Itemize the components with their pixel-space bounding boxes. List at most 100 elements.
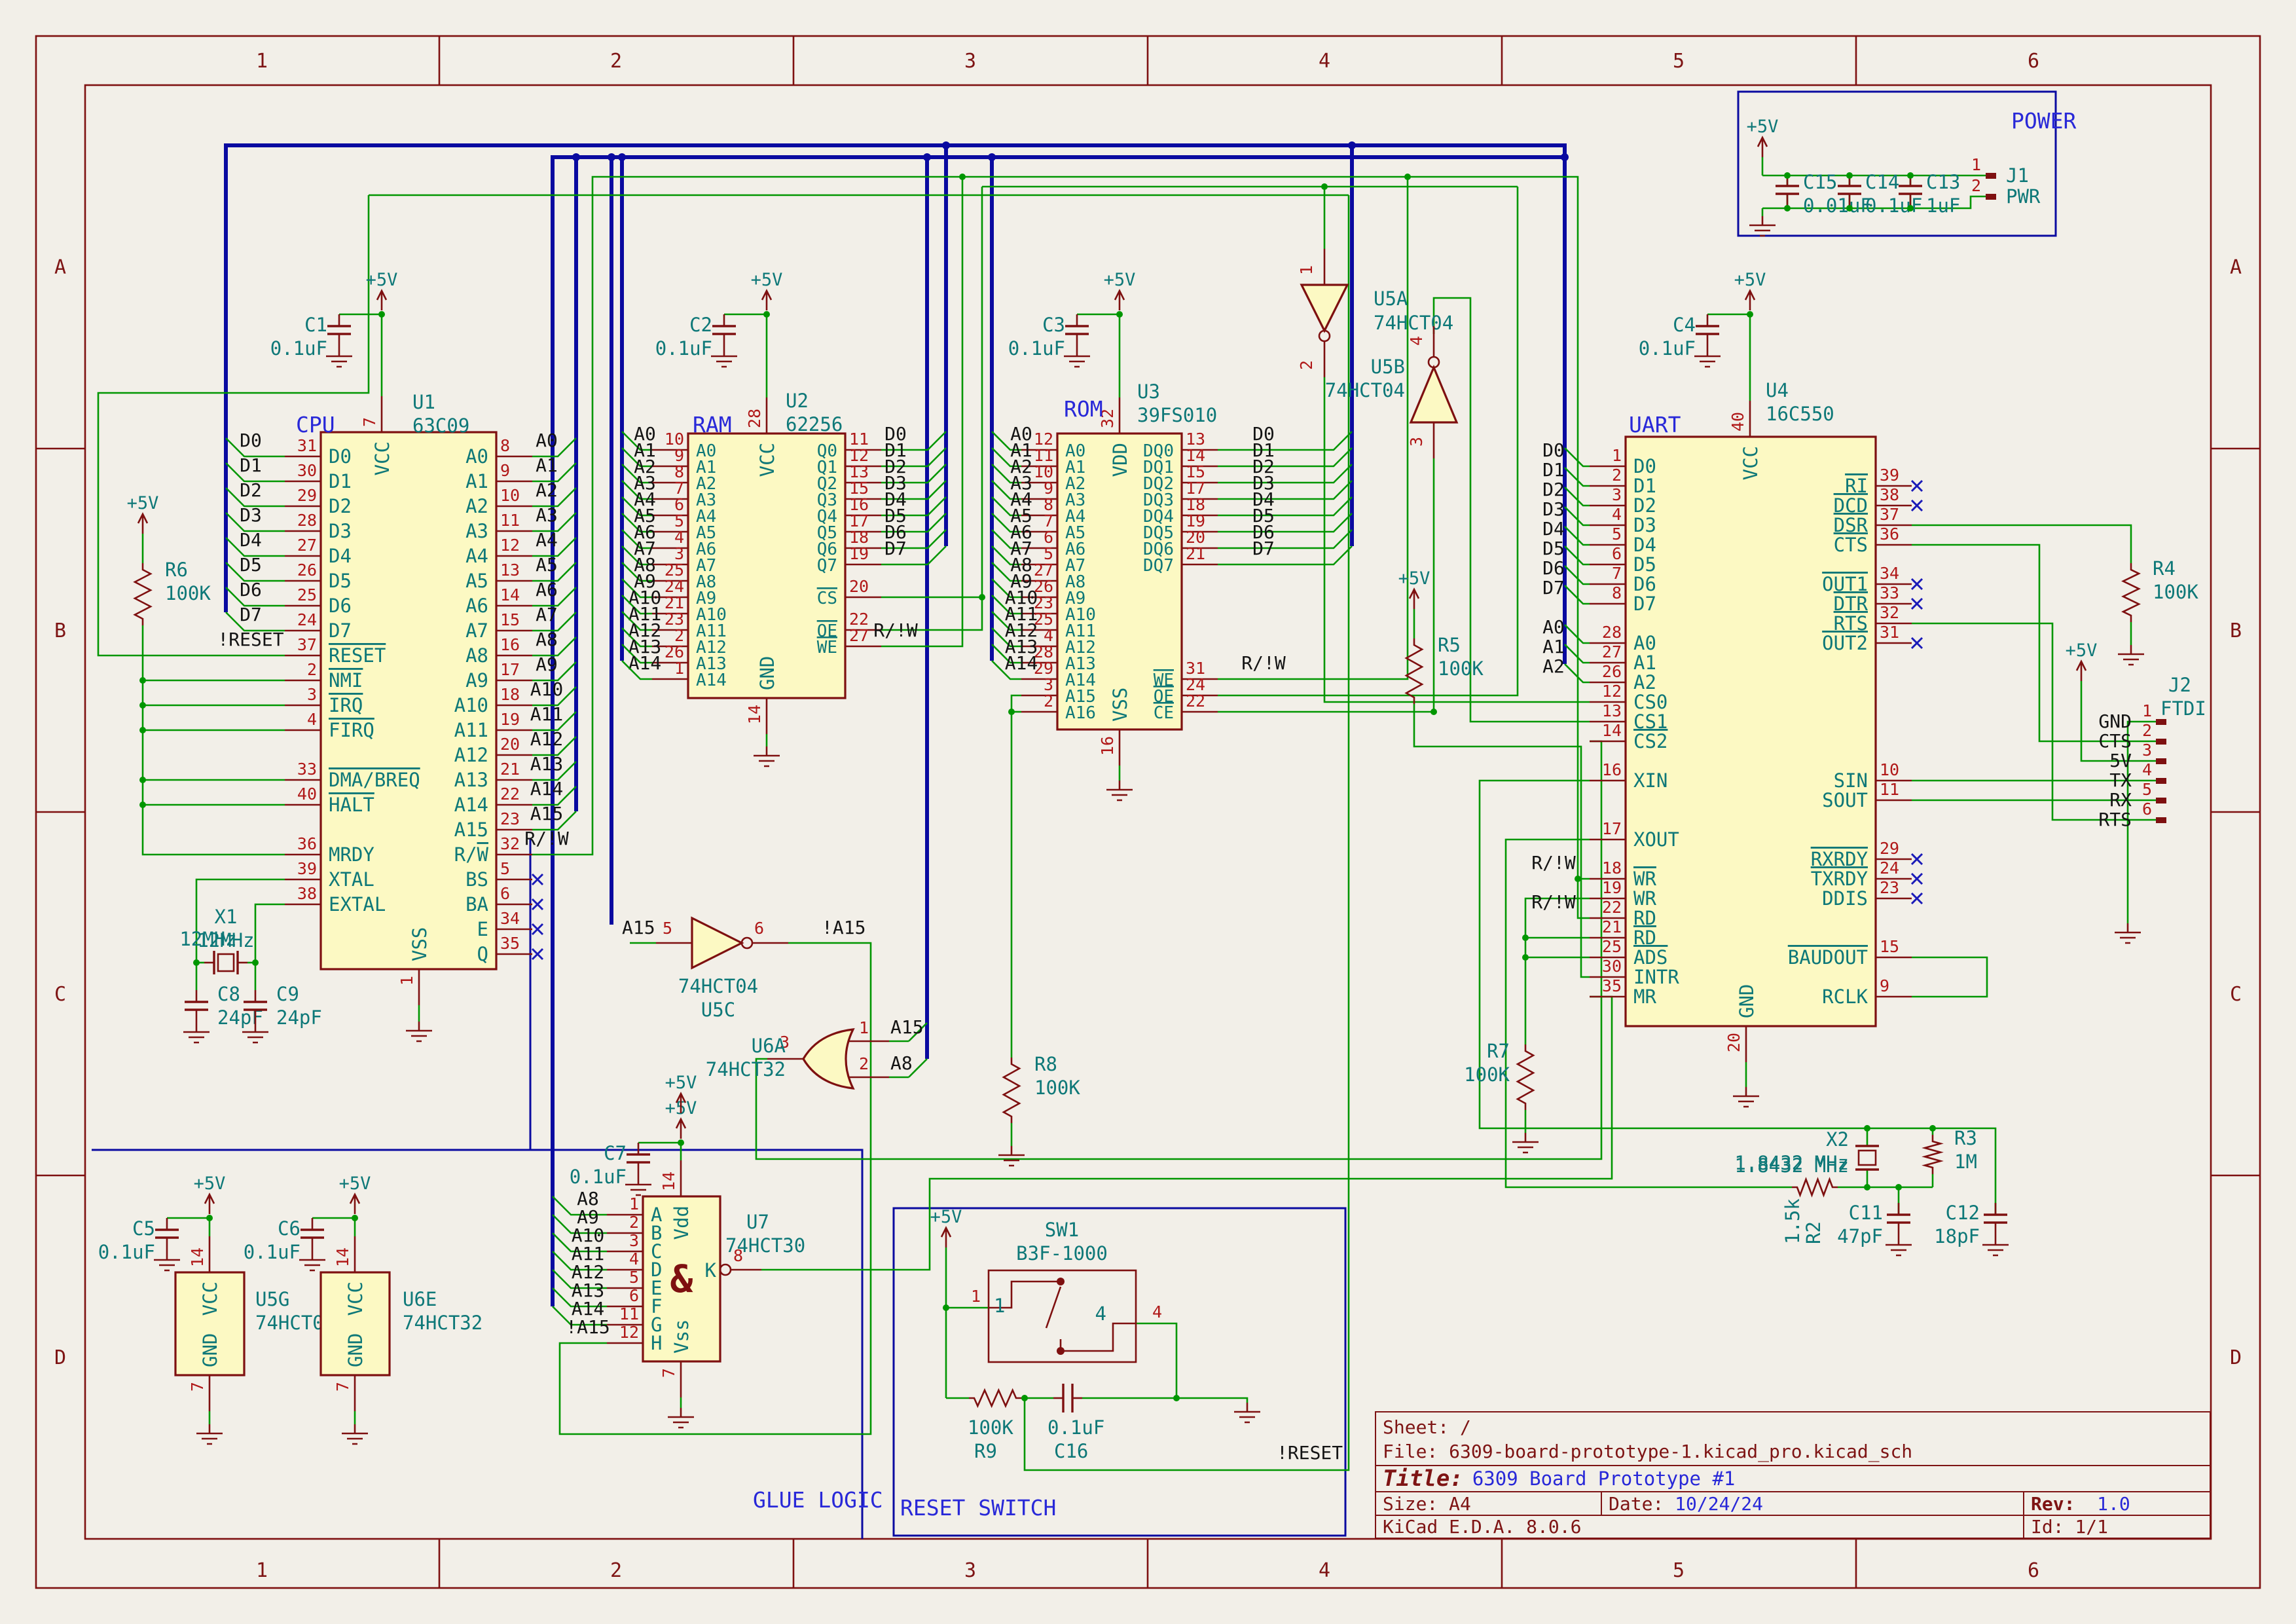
pin-name: CTS xyxy=(1834,534,1868,556)
crystal[interactable] xyxy=(218,954,234,971)
part-value: 18pF xyxy=(1934,1225,1980,1247)
pin-number: 4 xyxy=(307,710,317,729)
gate-U6A[interactable] xyxy=(803,1029,853,1088)
resistor-R6[interactable] xyxy=(135,563,151,625)
pin-number: 6 xyxy=(2142,800,2152,819)
junction-dot xyxy=(139,677,146,684)
pin-number: 8 xyxy=(1612,583,1622,602)
pin-name: Q7 xyxy=(817,556,837,576)
no-connect-x xyxy=(1912,874,1922,884)
switch-contact-dot xyxy=(1057,1278,1065,1285)
pin-number: 5 xyxy=(629,1268,639,1287)
connector-pin-J2[interactable] xyxy=(2156,798,2166,803)
frame-row-label: A xyxy=(54,256,66,279)
resistor-R3[interactable] xyxy=(1925,1135,1941,1174)
resistor-R5[interactable] xyxy=(1406,638,1422,704)
ic-ref: U4 xyxy=(1766,379,1789,401)
pin-name: D3 xyxy=(1633,514,1656,536)
wire xyxy=(1176,1398,1247,1403)
net-label: D5 xyxy=(1542,538,1565,559)
connector-pin-J1[interactable] xyxy=(1986,173,1996,179)
wire xyxy=(1025,195,1349,1470)
pin-name: INTR xyxy=(1633,966,1679,988)
pin-name: D2 xyxy=(1633,494,1656,517)
connector-pin-J2[interactable] xyxy=(2156,758,2166,764)
junction-dot xyxy=(1561,153,1569,161)
pin-number: 5 xyxy=(2142,780,2152,799)
part-value: B3F-1000 xyxy=(1016,1242,1108,1264)
pin-number: 38 xyxy=(1880,485,1899,504)
net-label: A12 xyxy=(530,728,564,750)
resistor-R2[interactable] xyxy=(1792,1179,1838,1195)
pin-name: BS xyxy=(465,868,488,891)
power-net-label: +5V xyxy=(366,270,398,290)
junction-dot xyxy=(1008,709,1015,715)
part-ref: C15 xyxy=(1803,171,1837,193)
junction-dot xyxy=(1895,1184,1902,1190)
pin-name: ADS xyxy=(1633,946,1667,969)
frame-col-label: 4 xyxy=(1319,50,1330,73)
junction-dot xyxy=(1430,709,1437,715)
no-connect-x xyxy=(1912,893,1922,904)
pin-number: 25 xyxy=(297,585,317,604)
pin-number: 2 xyxy=(629,1213,639,1232)
frame-col-label: 3 xyxy=(964,1559,976,1582)
resistor-R9[interactable] xyxy=(969,1390,1021,1406)
part-value: 0.01uF xyxy=(1803,194,1872,217)
pin-number: 1 xyxy=(397,976,416,986)
switch-contacts xyxy=(989,1282,1136,1351)
frame-row-label: D xyxy=(2230,1346,2242,1369)
net-label: A4 xyxy=(536,529,558,551)
pin-name: DQ7 xyxy=(1143,556,1174,576)
connector-pin-J2[interactable] xyxy=(2156,817,2166,823)
connector-pin-J1[interactable] xyxy=(1986,194,1996,200)
net-label: D7 xyxy=(240,604,262,625)
pin-name: A16 xyxy=(1065,703,1096,723)
connector-pin-J2[interactable] xyxy=(2156,719,2166,725)
pin-number: 5 xyxy=(1612,525,1622,544)
gate-U5B[interactable] xyxy=(1411,367,1457,422)
pin-number: 25 xyxy=(1602,937,1622,956)
pin-number: 19 xyxy=(500,710,520,729)
junction-dot xyxy=(139,777,146,783)
pin-number: 11 xyxy=(500,511,520,530)
pin-number: 2 xyxy=(859,1054,869,1073)
part-value: 1uF xyxy=(1926,194,1960,217)
resistor-R4[interactable] xyxy=(2123,563,2139,622)
pin-name: GND xyxy=(199,1333,221,1367)
part-value: 0.1uF xyxy=(244,1241,301,1263)
pin-name: A0 xyxy=(1633,632,1656,654)
part-value: 12MHz xyxy=(179,928,236,950)
pin-number: 27 xyxy=(297,536,317,555)
connector-net-label: RTS xyxy=(2098,809,2132,830)
frame-col-label: 1 xyxy=(256,50,268,73)
pin-name: R/W xyxy=(454,843,489,866)
resistor-R7[interactable] xyxy=(1518,1044,1533,1110)
connector-pin-J2[interactable] xyxy=(2156,778,2166,784)
part-ref: C16 xyxy=(1054,1440,1088,1462)
reset-section-box xyxy=(894,1208,1345,1536)
title-block-id: Id: 1/1 xyxy=(2024,1516,2210,1538)
gate-U5C[interactable] xyxy=(692,918,742,968)
pin-number: 8 xyxy=(733,1246,743,1265)
frame-col-label: 3 xyxy=(964,50,976,73)
gnd-symbol xyxy=(406,1022,432,1041)
net-label: A9 xyxy=(536,654,558,675)
pin-number: 24 xyxy=(297,610,317,629)
junction-dot xyxy=(923,153,931,161)
pin-name: D5 xyxy=(1633,553,1656,576)
net-label: A11 xyxy=(530,703,564,725)
power-net-label: +5V xyxy=(127,493,159,513)
resistor-R8[interactable] xyxy=(1004,1058,1019,1123)
gate-U5A[interactable] xyxy=(1302,285,1347,331)
pin-number: 21 xyxy=(1602,917,1622,936)
connector-pin-J2[interactable] xyxy=(2156,739,2166,745)
gnd-symbol xyxy=(2115,923,2141,943)
crystal[interactable] xyxy=(1859,1151,1876,1165)
pin-name: GND xyxy=(1736,984,1758,1018)
pin-name: DCD xyxy=(1834,494,1868,517)
pin-name: A10 xyxy=(454,694,488,716)
power-net-label: +5V xyxy=(194,1173,226,1194)
pin-number: 21 xyxy=(500,760,520,779)
part-value: 0.1uF xyxy=(98,1241,155,1263)
